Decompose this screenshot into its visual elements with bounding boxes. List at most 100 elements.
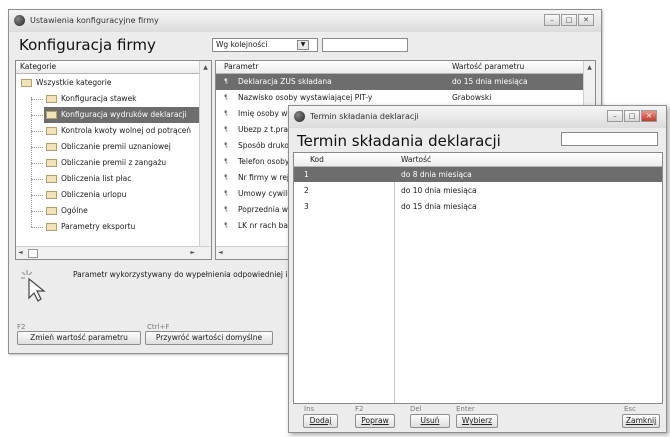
- dialog-search-input[interactable]: [561, 132, 658, 146]
- tree-item-label: Konfiguracja stawek: [61, 94, 137, 103]
- dialog-title: Termin składania deklaracji: [310, 112, 419, 121]
- cursor-click-icon: [21, 270, 46, 302]
- add-button[interactable]: Dodaj: [303, 414, 338, 428]
- categories-column-label: Kategorie: [20, 62, 57, 71]
- close-button[interactable]: Zamknij: [622, 414, 660, 428]
- chevron-down-icon[interactable]: ▼: [297, 40, 309, 50]
- folder-icon: [46, 143, 57, 151]
- parameter-icon: ¶: [224, 78, 228, 85]
- tree-connector: [31, 147, 43, 148]
- hint-del: Del: [410, 405, 422, 413]
- scroll-thumb[interactable]: [28, 249, 38, 258]
- tree-item[interactable]: Konfiguracja stawek: [44, 91, 199, 107]
- tree-connector: [31, 163, 43, 164]
- parameter-name: Nazwisko osoby wystawiającej PIT-y: [238, 93, 373, 102]
- hint-f2: F2: [17, 323, 26, 331]
- search-input[interactable]: [322, 38, 408, 52]
- hint-f2: F2: [355, 405, 364, 413]
- main-titlebar[interactable]: Ustawienia konfiguracyjne firmy – □ ✕: [9, 10, 601, 32]
- parameter-value: Grabowski: [452, 93, 492, 102]
- tree-connector: [31, 211, 43, 212]
- categories-vscroll[interactable]: ▲: [199, 61, 211, 247]
- close-icon[interactable]: ✕: [578, 14, 594, 26]
- parameters-header: Parametr Wartość parametru: [216, 61, 595, 74]
- parameter-name: Ubezp z t.prac.: [238, 125, 295, 134]
- hint-enter: Enter: [456, 405, 475, 413]
- folder-icon: [46, 175, 57, 183]
- minimize-icon[interactable]: –: [607, 110, 623, 122]
- row-value: do 15 dnia miesiąca: [401, 202, 477, 211]
- scroll-up-icon[interactable]: ▲: [200, 62, 211, 73]
- tree-item[interactable]: Obliczenia list płac: [44, 171, 199, 187]
- tree-root[interactable]: Wszystkie kategorie: [16, 75, 199, 91]
- change-value-button[interactable]: Zmień wartość parametru: [17, 331, 141, 345]
- parameter-value: do 15 dnia miesiąca: [452, 77, 528, 86]
- grid-row[interactable]: 1 do 8 dnia miesiąca: [294, 167, 662, 182]
- scroll-right-icon[interactable]: ►: [190, 247, 195, 258]
- scroll-left-icon[interactable]: ◄: [218, 247, 223, 258]
- parameter-icon: ¶: [224, 110, 228, 117]
- tree-root-label: Wszystkie kategorie: [36, 78, 112, 87]
- categories-header: Kategorie: [16, 61, 211, 74]
- maximize-icon[interactable]: □: [561, 14, 577, 26]
- tree-item[interactable]: Kontrola kwoty wolnej od potrąceń: [44, 123, 199, 139]
- param-column-label: Parametr: [224, 62, 259, 71]
- page-title: Konfiguracja firmy: [19, 36, 156, 54]
- folder-icon: [46, 159, 57, 167]
- value-column-label: Wartość: [401, 155, 432, 164]
- hint-esc: Esc: [624, 405, 636, 413]
- restore-defaults-button[interactable]: Przywróć wartości domyślne: [145, 331, 273, 345]
- maximize-icon[interactable]: □: [624, 110, 640, 122]
- row-code: 1: [304, 170, 309, 179]
- tree-item[interactable]: Konfiguracja wydruków deklaracji: [44, 107, 199, 123]
- parameter-icon: ¶: [224, 94, 228, 101]
- folder-icon: [46, 223, 57, 231]
- app-icon: [294, 111, 305, 122]
- hint-ctrl: Ctrl+F: [147, 323, 170, 331]
- row-code: 3: [304, 202, 309, 211]
- parameter-icon: ¶: [224, 142, 228, 149]
- folder-icon: [46, 111, 57, 119]
- tree-item[interactable]: Obliczenia urlopu: [44, 187, 199, 203]
- tree-item-label: Obliczanie premii uznaniowej: [61, 142, 171, 151]
- scroll-up-icon[interactable]: ▲: [584, 62, 595, 73]
- tree-connector: [31, 195, 43, 196]
- dialog-titlebar[interactable]: Termin składania deklaracji – □ ✕: [289, 106, 666, 128]
- tree-item[interactable]: Ogólne: [44, 203, 199, 219]
- parameter-name: Deklaracja ZUS składana: [238, 77, 332, 86]
- deadline-dialog: Termin składania deklaracji – □ ✕ Termin…: [288, 105, 667, 433]
- close-icon[interactable]: ✕: [641, 110, 657, 122]
- add-button-label: Dodaj: [309, 416, 332, 425]
- window-title: Ustawienia konfiguracyjne firmy: [30, 16, 159, 25]
- choose-button[interactable]: Wybierz: [456, 414, 498, 428]
- code-column-label: Kod: [310, 155, 324, 164]
- categories-hscroll[interactable]: ◄ ►: [16, 246, 211, 259]
- grid-row[interactable]: 3 do 15 dnia miesiąca: [294, 199, 662, 214]
- tree-item[interactable]: Obliczanie premii z zangażu: [44, 155, 199, 171]
- hint-ins: Ins: [304, 405, 315, 413]
- parameter-icon: ¶: [224, 190, 228, 197]
- order-select[interactable]: Wg kolejności ▼: [212, 38, 318, 52]
- tree-connector: [31, 99, 43, 100]
- row-value: do 10 dnia miesiąca: [401, 186, 477, 195]
- order-select-value: Wg kolejności: [216, 40, 268, 49]
- parameter-row[interactable]: ¶ Nazwisko osoby wystawiającej PIT-y Grabo…: [216, 90, 583, 106]
- tree-line: [31, 97, 32, 227]
- choose-button-label: Wybierz: [461, 416, 493, 425]
- minimize-icon[interactable]: –: [544, 14, 560, 26]
- folder-icon: [21, 79, 32, 87]
- app-icon: [14, 15, 25, 26]
- tree-item-label: Ogólne: [61, 206, 88, 215]
- categories-tree: Kategorie Wszystkie kategorie Konfigurac…: [15, 60, 212, 260]
- parameter-row[interactable]: ¶ Deklaracja ZUS składana do 15 dnia miesi…: [216, 74, 583, 90]
- delete-button[interactable]: Usuń: [410, 414, 450, 428]
- scroll-left-icon[interactable]: ◄: [18, 247, 23, 258]
- folder-icon: [46, 127, 57, 135]
- edit-button[interactable]: Popraw: [355, 414, 395, 428]
- deadline-grid: Kod Wartość 1 do 8 dnia miesiąca 2 do 10 dn…: [293, 152, 663, 404]
- tree-item-label: Obliczenia list płac: [61, 174, 132, 183]
- tree-item[interactable]: Parametry eksportu: [44, 219, 199, 235]
- grid-row[interactable]: 2 do 10 dnia miesiąca: [294, 183, 662, 198]
- window-controls: – □ ✕: [544, 14, 594, 26]
- tree-item[interactable]: Obliczanie premii uznaniowej: [44, 139, 199, 155]
